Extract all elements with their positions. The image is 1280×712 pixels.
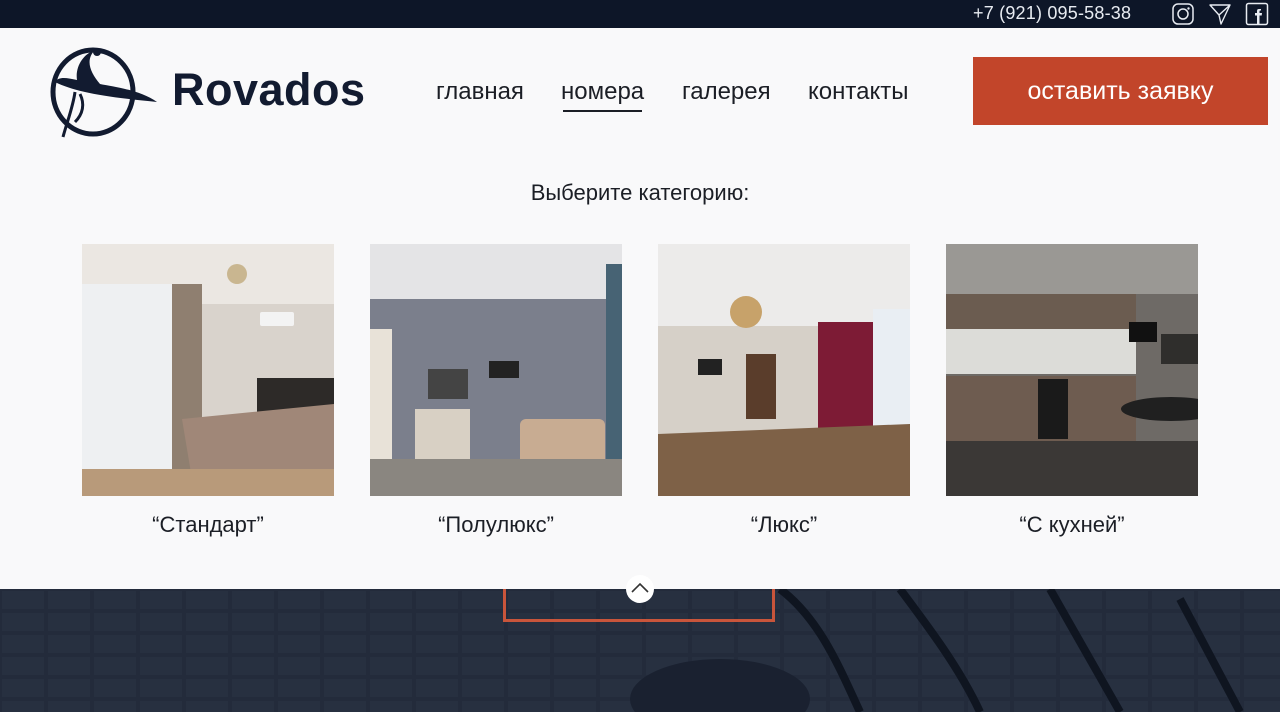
logo-icon[interactable] [45, 42, 160, 142]
brand-name[interactable]: Rovados [172, 64, 366, 116]
scroll-up-button[interactable] [626, 575, 654, 603]
room-label-standard[interactable]: “Стандарт” [82, 512, 334, 538]
room-label-kitchen[interactable]: “С кухней” [946, 512, 1198, 538]
phone-link[interactable]: +7 (921) 095-58-38 [973, 3, 1131, 24]
room-card-kitchen[interactable]: “С кухней” [946, 244, 1198, 538]
nav-gallery[interactable]: галерея [682, 78, 771, 106]
room-photo-semilux[interactable] [370, 244, 622, 496]
nav-contacts[interactable]: контакты [808, 78, 908, 106]
room-card-standard[interactable]: “Стандарт” [82, 244, 334, 538]
room-photo-lux[interactable] [658, 244, 910, 496]
room-photo-standard[interactable] [82, 244, 334, 496]
nav-home[interactable]: главная [436, 78, 524, 106]
room-label-semilux[interactable]: “Полулюкс” [370, 512, 622, 538]
telegram-icon[interactable] [1208, 2, 1232, 26]
room-card-lux[interactable]: “Люкс” [658, 244, 910, 538]
top-bar: +7 (921) 095-58-38 [0, 0, 1280, 28]
room-card-semilux[interactable]: “Полулюкс” [370, 244, 622, 538]
nav-rooms[interactable]: номера [561, 78, 644, 112]
category-heading: Выберите категорию: [530, 180, 750, 205]
request-button[interactable]: оставить заявку [973, 57, 1268, 125]
facebook-icon[interactable] [1245, 2, 1269, 26]
instagram-icon[interactable] [1171, 2, 1195, 26]
room-label-lux[interactable]: “Люкс” [658, 512, 910, 538]
header-panel: Rovados главная номера галерея контакты … [0, 28, 1280, 589]
chevron-up-icon [631, 582, 649, 593]
room-photo-kitchen[interactable] [946, 244, 1198, 496]
